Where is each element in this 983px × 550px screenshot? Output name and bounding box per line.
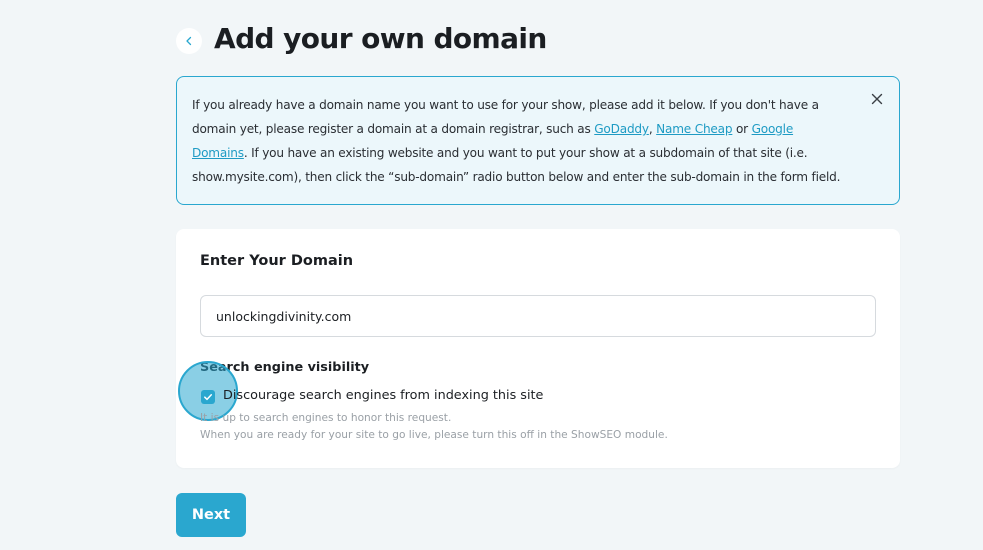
info-text-part: . If you have an existing website and yo… <box>192 146 841 184</box>
help-text-1: It is up to search engines to honor this… <box>200 412 452 424</box>
chevron-left-icon <box>186 36 192 46</box>
info-separator: or <box>732 122 752 136</box>
close-icon <box>871 93 883 105</box>
namecheap-link[interactable]: Name Cheap <box>656 122 732 136</box>
help-text-2: When you are ready for your site to go l… <box>200 429 668 441</box>
card-title: Enter Your Domain <box>200 253 354 269</box>
godaddy-link[interactable]: GoDaddy <box>594 122 649 136</box>
domain-input[interactable] <box>200 295 876 337</box>
checkbox-label[interactable]: Discourage search engines from indexing … <box>223 388 543 403</box>
page-title: Add your own domain <box>214 22 547 55</box>
info-text: If you already have a domain name you wa… <box>192 93 842 189</box>
back-button[interactable] <box>176 28 202 54</box>
discourage-indexing-checkbox[interactable] <box>201 390 215 404</box>
domain-card: Enter Your Domain Search engine visibili… <box>176 229 900 468</box>
next-button[interactable]: Next <box>176 493 246 537</box>
close-info-button[interactable] <box>869 91 885 107</box>
page: Add your own domain If you already have … <box>0 0 983 550</box>
info-banner: If you already have a domain name you wa… <box>176 76 900 205</box>
checkmark-icon <box>204 394 213 401</box>
